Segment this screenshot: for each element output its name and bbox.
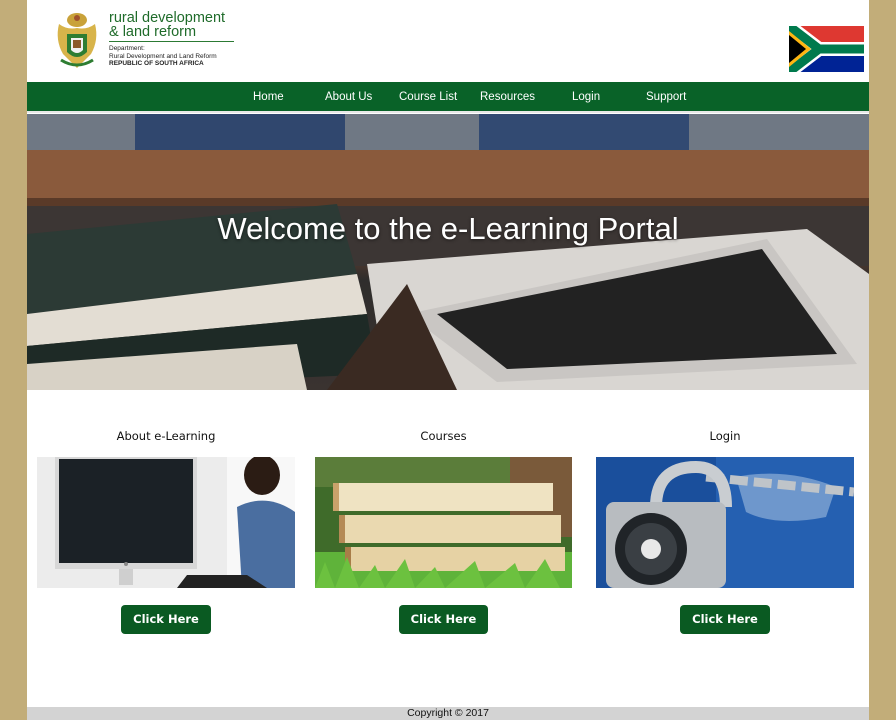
login-padlock-image bbox=[596, 457, 854, 588]
nav-login[interactable]: Login bbox=[572, 91, 600, 103]
courses-click-here-button[interactable]: Click Here bbox=[399, 605, 488, 634]
nav-about-us[interactable]: About Us bbox=[325, 91, 372, 103]
department-label: Department: bbox=[109, 45, 145, 52]
ministry-logo-text: rural development & land reform Departme… bbox=[109, 11, 239, 68]
about-click-here-button[interactable]: Click Here bbox=[121, 605, 211, 634]
country-name: REPUBLIC OF SOUTH AFRICA bbox=[109, 60, 204, 67]
logo-line-1: rural development bbox=[109, 10, 226, 26]
main-navigation: Home About Us Course List Resources Logi… bbox=[27, 82, 869, 113]
nav-course-list[interactable]: Course List bbox=[399, 91, 457, 103]
site-header: rural development & land reform Departme… bbox=[27, 0, 869, 82]
nav-resources[interactable]: Resources bbox=[480, 91, 535, 103]
department-name: Rural Development and Land Reform bbox=[109, 52, 217, 60]
logo-divider bbox=[109, 41, 234, 42]
nav-support[interactable]: Support bbox=[646, 91, 686, 103]
card-title-about: About e-Learning bbox=[116, 429, 216, 443]
card-title-login: Login bbox=[709, 429, 741, 443]
coat-of-arms-icon bbox=[57, 13, 97, 68]
about-elearning-image bbox=[37, 457, 295, 588]
login-click-here-button[interactable]: Click Here bbox=[680, 605, 770, 634]
hero-background-image bbox=[27, 114, 869, 390]
page-container: rural development & land reform Departme… bbox=[27, 0, 869, 720]
card-title-courses: Courses bbox=[420, 429, 467, 443]
hero-title: Welcome to the e-Learning Portal bbox=[217, 211, 679, 246]
nav-home[interactable]: Home bbox=[253, 91, 284, 103]
courses-books-image bbox=[315, 457, 572, 588]
hero-banner: Welcome to the e-Learning Portal bbox=[27, 114, 869, 390]
south-africa-flag-icon bbox=[789, 26, 864, 72]
copyright-text: Copyright © 2017 bbox=[407, 707, 489, 719]
logo-line-2: & land reform bbox=[109, 24, 197, 40]
